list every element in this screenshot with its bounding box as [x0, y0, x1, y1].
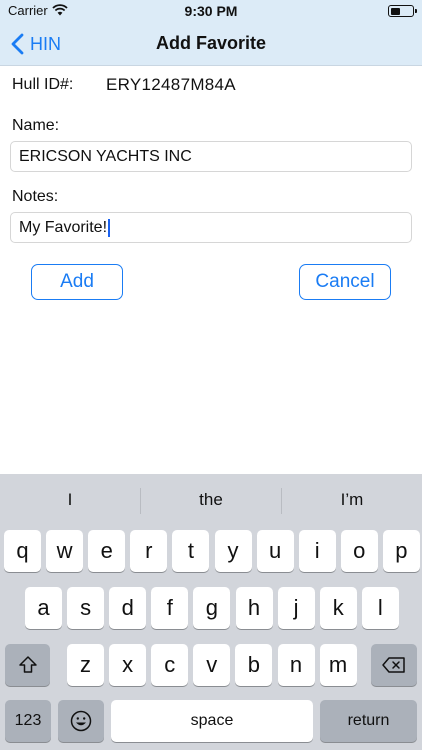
shift-icon — [18, 656, 37, 673]
hull-id-value: ERY12487M84A — [106, 75, 236, 94]
predictive-bar: I the I’m — [0, 474, 422, 526]
key-t[interactable]: t — [172, 530, 210, 572]
notes-field-value: My Favorite! — [19, 218, 108, 236]
key-n[interactable]: n — [277, 644, 315, 686]
name-label: Name: — [12, 117, 60, 134]
hull-id-label: Hull ID#: — [12, 76, 74, 93]
key-c[interactable]: c — [151, 644, 189, 686]
keyboard: I the I’m qwertyuiop asdfghjkl zxcvbnm 1… — [0, 474, 422, 750]
status-bar: Carrier 9:30 PM — [0, 0, 422, 22]
key-z[interactable]: z — [67, 644, 104, 686]
key-l[interactable]: l — [361, 587, 399, 629]
add-button[interactable]: Add — [31, 264, 123, 300]
key-j[interactable]: j — [277, 587, 315, 629]
backspace-icon — [382, 657, 405, 673]
battery-icon — [388, 5, 417, 17]
name-field[interactable]: ERICSON YACHTS INC — [10, 141, 412, 172]
suggestion-1[interactable]: I — [0, 474, 140, 526]
suggestion-2[interactable]: the — [141, 474, 281, 526]
text-cursor — [108, 218, 111, 237]
notes-field[interactable]: My Favorite! — [10, 212, 412, 243]
shift-key[interactable] — [5, 644, 50, 686]
delete-key[interactable] — [371, 644, 417, 686]
key-e[interactable]: e — [88, 530, 126, 572]
numbers-key[interactable]: 123 — [5, 700, 51, 742]
key-k[interactable]: k — [319, 587, 357, 629]
key-a[interactable]: a — [25, 587, 62, 629]
key-x[interactable]: x — [109, 644, 147, 686]
key-p[interactable]: p — [382, 530, 420, 572]
key-f[interactable]: f — [151, 587, 189, 629]
key-w[interactable]: w — [46, 530, 84, 572]
key-q[interactable]: q — [4, 530, 41, 572]
key-g[interactable]: g — [193, 587, 231, 629]
key-m[interactable]: m — [319, 644, 357, 686]
name-field-value: ERICSON YACHTS INC — [19, 147, 192, 165]
key-v[interactable]: v — [193, 644, 231, 686]
emoji-icon — [70, 710, 92, 732]
emoji-key[interactable] — [58, 700, 104, 742]
space-key[interactable]: space — [111, 700, 313, 742]
key-u[interactable]: u — [256, 530, 294, 572]
key-y[interactable]: y — [214, 530, 252, 572]
status-time: 9:30 PM — [184, 3, 238, 19]
key-s[interactable]: s — [67, 587, 105, 629]
suggestion-3[interactable]: I’m — [282, 474, 422, 526]
key-i[interactable]: i — [298, 530, 336, 572]
page-title: Add Favorite — [155, 33, 266, 53]
key-h[interactable]: h — [235, 587, 273, 629]
key-d[interactable]: d — [109, 587, 147, 629]
key-b[interactable]: b — [235, 644, 273, 686]
key-o[interactable]: o — [340, 530, 378, 572]
navigation-bar: HIN Add Favorite — [0, 22, 422, 66]
cancel-button[interactable]: Cancel — [299, 264, 391, 300]
key-r[interactable]: r — [130, 530, 168, 572]
return-key[interactable]: return — [320, 700, 417, 742]
notes-label: Notes: — [12, 188, 59, 205]
